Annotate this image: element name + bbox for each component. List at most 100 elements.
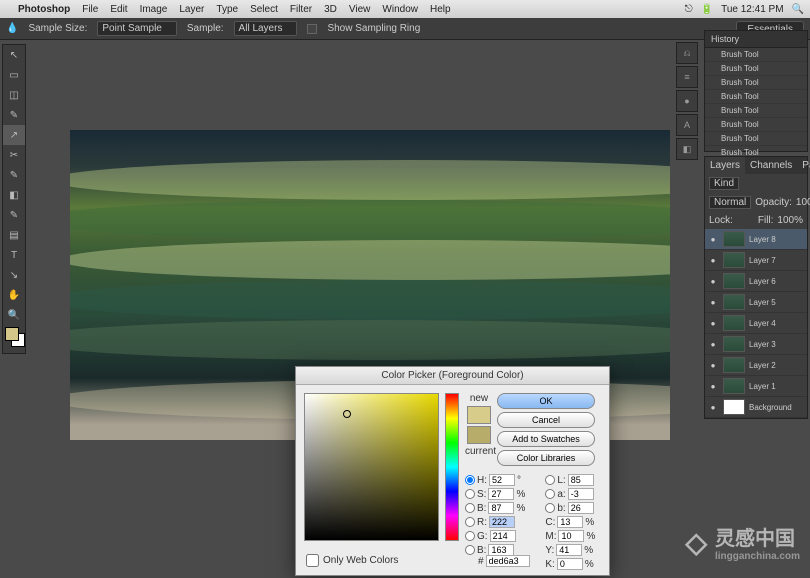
h-radio[interactable]	[465, 475, 475, 485]
visibility-icon[interactable]: ●	[707, 235, 719, 244]
color-swatches[interactable]	[3, 325, 25, 353]
h-input[interactable]	[489, 474, 515, 486]
a-radio[interactable]	[545, 489, 555, 499]
bb-radio[interactable]	[465, 545, 475, 555]
zoom-tool[interactable]: 🔍	[3, 305, 25, 325]
spotlight-icon[interactable]: 🔍	[792, 4, 804, 15]
color-icon[interactable]: ●	[676, 90, 698, 112]
menu-layer[interactable]: Layer	[179, 4, 204, 15]
hand-tool[interactable]: ✋	[3, 285, 25, 305]
eyedropper-tool[interactable]: ↗	[3, 125, 25, 145]
visibility-icon[interactable]: ●	[707, 403, 719, 412]
tab-paths[interactable]: Paths	[797, 157, 810, 174]
r-radio[interactable]	[465, 517, 475, 527]
history-row[interactable]: Brush Tool	[705, 62, 807, 76]
r-input[interactable]	[489, 516, 515, 528]
marquee-tool[interactable]: ▭	[3, 65, 25, 85]
menu-edit[interactable]: Edit	[110, 4, 127, 15]
s-radio[interactable]	[465, 489, 475, 499]
visibility-icon[interactable]: ●	[707, 340, 719, 349]
layer-thumb[interactable]	[723, 252, 745, 268]
layer-row[interactable]: ●Layer 8	[705, 229, 807, 250]
lb-input[interactable]	[568, 502, 594, 514]
layer-thumb[interactable]	[723, 231, 745, 247]
heal-tool[interactable]: ✂	[3, 145, 25, 165]
fill-value[interactable]: 100%	[777, 215, 803, 226]
layer-thumb[interactable]	[723, 336, 745, 352]
actions-icon[interactable]: ≡	[676, 66, 698, 88]
opacity-value[interactable]: 100%	[796, 197, 810, 208]
layer-row[interactable]: ●Layer 2	[705, 355, 807, 376]
layer-row[interactable]: ●Layer 6	[705, 271, 807, 292]
l-input[interactable]	[568, 474, 594, 486]
layer-row[interactable]: ●Background	[705, 397, 807, 418]
g-input[interactable]	[490, 530, 516, 542]
layer-thumb[interactable]	[723, 399, 745, 415]
layer-row[interactable]: ●Layer 1	[705, 376, 807, 397]
lb-radio[interactable]	[545, 503, 555, 513]
layer-row[interactable]: ●Layer 5	[705, 292, 807, 313]
b-input[interactable]	[488, 502, 514, 514]
wifi-icon[interactable]: ⎋	[685, 4, 693, 15]
history-row[interactable]: Brush Tool	[705, 132, 807, 146]
hex-input[interactable]	[486, 555, 530, 567]
history-icon[interactable]: ⎌	[676, 42, 698, 64]
current-color-swatch[interactable]	[467, 426, 491, 444]
menu-select[interactable]: Select	[250, 4, 278, 15]
tab-layers[interactable]: Layers	[705, 157, 745, 174]
menu-view[interactable]: View	[349, 4, 371, 15]
battery-icon[interactable]: 🔋	[701, 4, 713, 15]
k-input[interactable]	[557, 558, 583, 570]
menu-3d[interactable]: 3D	[324, 4, 337, 15]
history-row[interactable]: Brush Tool	[705, 90, 807, 104]
c-input[interactable]	[557, 516, 583, 528]
history-row[interactable]: Brush Tool	[705, 118, 807, 132]
ok-button[interactable]: OK	[497, 393, 595, 409]
hue-slider[interactable]	[445, 393, 459, 541]
color-field[interactable]	[304, 393, 439, 541]
swatches-icon[interactable]: ◧	[676, 138, 698, 160]
layer-thumb[interactable]	[723, 357, 745, 373]
layer-thumb[interactable]	[723, 273, 745, 289]
layer-thumb[interactable]	[723, 378, 745, 394]
visibility-icon[interactable]: ●	[707, 298, 719, 307]
gradient-tool[interactable]: ▤	[3, 225, 25, 245]
menu-filter[interactable]: Filter	[290, 4, 312, 15]
lasso-tool[interactable]: ◫	[3, 85, 25, 105]
layer-thumb[interactable]	[723, 294, 745, 310]
blend-mode[interactable]: Normal	[709, 196, 751, 209]
visibility-icon[interactable]: ●	[707, 361, 719, 370]
cancel-button[interactable]: Cancel	[497, 412, 595, 428]
stamp-tool[interactable]: ◧	[3, 185, 25, 205]
sample-size-select[interactable]: Point Sample	[97, 21, 176, 36]
app-name[interactable]: Photoshop	[18, 4, 70, 15]
s-input[interactable]	[488, 488, 514, 500]
menu-file[interactable]: File	[82, 4, 98, 15]
history-row[interactable]: Brush Tool	[705, 76, 807, 90]
pen-tool[interactable]: ↘	[3, 265, 25, 285]
layer-row[interactable]: ●Layer 7	[705, 250, 807, 271]
char-icon[interactable]: A	[676, 114, 698, 136]
layer-row[interactable]: ●Layer 3	[705, 334, 807, 355]
eraser-tool[interactable]: ✎	[3, 205, 25, 225]
only-web-checkbox[interactable]	[306, 554, 319, 567]
menu-image[interactable]: Image	[140, 4, 168, 15]
visibility-icon[interactable]: ●	[707, 319, 719, 328]
color-libraries-button[interactable]: Color Libraries	[497, 450, 595, 466]
g-radio[interactable]	[465, 531, 475, 541]
m-input[interactable]	[558, 530, 584, 542]
brush-tool[interactable]: ✎	[3, 165, 25, 185]
crop-tool[interactable]: ✎	[3, 105, 25, 125]
menu-type[interactable]: Type	[216, 4, 238, 15]
y-input[interactable]	[556, 544, 582, 556]
l-radio[interactable]	[545, 475, 555, 485]
visibility-icon[interactable]: ●	[707, 277, 719, 286]
visibility-icon[interactable]: ●	[707, 382, 719, 391]
layer-row[interactable]: ●Layer 4	[705, 313, 807, 334]
a-input[interactable]	[568, 488, 594, 500]
visibility-icon[interactable]: ●	[707, 256, 719, 265]
move-tool[interactable]: ↖	[3, 45, 25, 65]
b-radio[interactable]	[465, 503, 475, 513]
menu-help[interactable]: Help	[430, 4, 451, 15]
menu-window[interactable]: Window	[382, 4, 418, 15]
